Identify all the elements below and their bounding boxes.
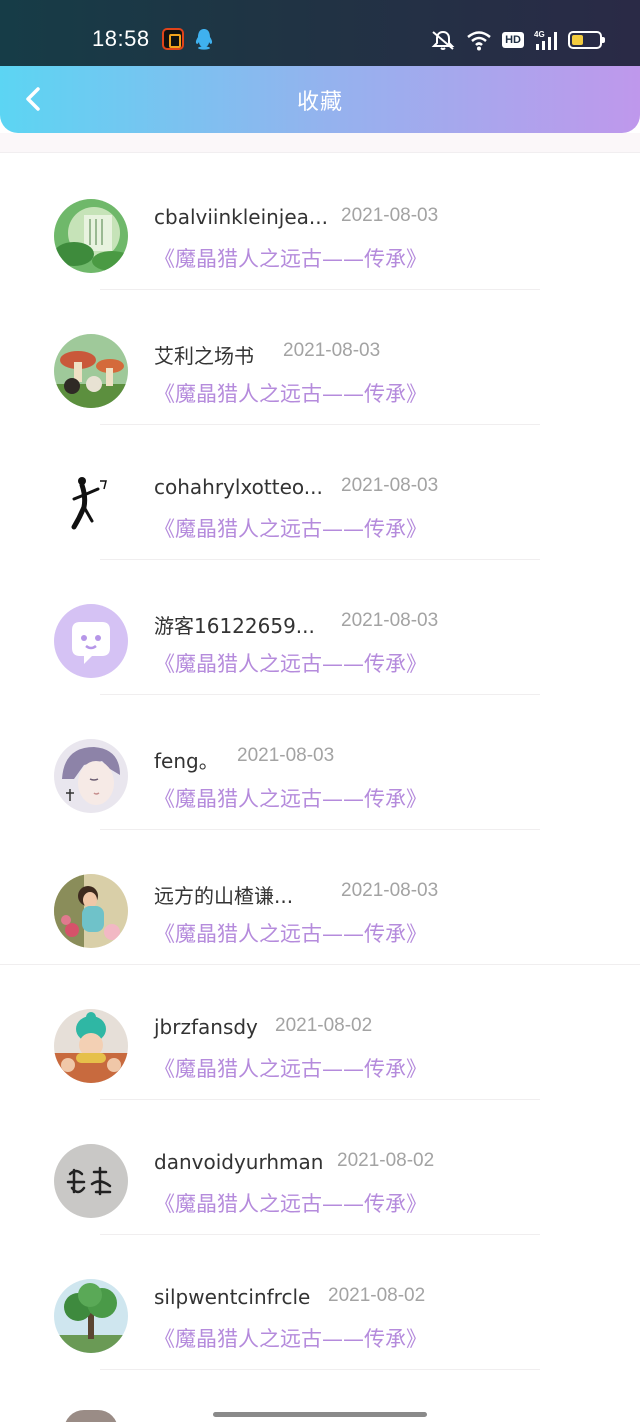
- qq-icon: [195, 29, 213, 50]
- svg-text:4G: 4G: [534, 30, 545, 39]
- book-title[interactable]: 《魔晶猎人之远古——传承》: [154, 918, 427, 948]
- user-name: 远方的山楂谦...: [154, 884, 294, 908]
- girl-flowers-avatar: [54, 874, 128, 948]
- book-title[interactable]: 《魔晶猎人之远古——传承》: [154, 243, 427, 273]
- book-title[interactable]: 《魔晶猎人之远古——传承》: [154, 648, 427, 678]
- post-date: 2021-08-03: [341, 475, 439, 496]
- list-item[interactable]: cbalviinkleinjea... 2021-08-03 《魔晶猎人之远古—…: [0, 155, 640, 290]
- list-item[interactable]: silpwentcinfrcle 2021-08-02 《魔晶猎人之远古——传承…: [0, 1235, 640, 1370]
- post-date: 2021-08-03: [341, 610, 439, 631]
- user-name: cbalviinkleinjea...: [154, 205, 328, 229]
- green-hat-girl-avatar: [54, 1009, 128, 1083]
- post-date: 2021-08-03: [341, 880, 439, 901]
- tree-avatar: [54, 1279, 128, 1353]
- stick-figure-avatar: [54, 469, 128, 543]
- post-date: 2021-08-02: [275, 1015, 373, 1036]
- avatar: [64, 1410, 118, 1422]
- status-bar: 18:58 HD 4G: [0, 0, 640, 66]
- book-title[interactable]: 《魔晶猎人之远古——传承》: [154, 783, 427, 813]
- book-title[interactable]: 《魔晶猎人之远古——传承》: [154, 378, 427, 408]
- book-title[interactable]: 《魔晶猎人之远古——传承》: [154, 1053, 427, 1083]
- post-date: 2021-08-02: [328, 1285, 426, 1306]
- favorites-list: cbalviinkleinjea... 2021-08-03 《魔晶猎人之远古—…: [0, 155, 640, 1370]
- user-name: 游客16122659...: [154, 614, 315, 638]
- post-date: 2021-08-02: [337, 1150, 435, 1171]
- mushroom-avatar: [54, 334, 128, 408]
- signal-4g-icon: 4G: [534, 30, 557, 50]
- user-name: cohahrylxotteo...: [154, 475, 323, 499]
- hd-icon: HD: [502, 32, 524, 48]
- header-separator: [0, 133, 640, 153]
- divider: [100, 1369, 540, 1370]
- user-name: danvoidyurhman: [154, 1150, 324, 1174]
- book-title[interactable]: 《魔晶猎人之远古——传承》: [154, 513, 427, 543]
- book-title[interactable]: 《魔晶猎人之远古——传承》: [154, 1323, 427, 1353]
- page-title: 收藏: [296, 90, 343, 115]
- default-chat-avatar: [54, 604, 128, 678]
- anime-boy-avatar: [54, 739, 128, 813]
- mute-icon: [431, 30, 455, 50]
- nav-bar: 收藏: [0, 66, 640, 133]
- user-name: silpwentcinfrcle: [154, 1285, 311, 1309]
- app-icon: [162, 28, 184, 50]
- battery-icon: [568, 31, 605, 49]
- user-name: jbrzfansdy: [154, 1015, 258, 1039]
- list-item[interactable]: 远方的山楂谦... 2021-08-03 《魔晶猎人之远古——传承》: [0, 830, 640, 965]
- list-item[interactable]: danvoidyurhman 2021-08-02 《魔晶猎人之远古——传承》: [0, 1100, 640, 1235]
- list-item[interactable]: cohahrylxotteo... 2021-08-03 《魔晶猎人之远古——传…: [0, 425, 640, 560]
- home-indicator[interactable]: [213, 1412, 427, 1417]
- list-item[interactable]: 游客16122659... 2021-08-03 《魔晶猎人之远古——传承》: [0, 560, 640, 695]
- wifi-icon: [467, 31, 491, 51]
- list-item[interactable]: feng。 2021-08-03 《魔晶猎人之远古——传承》: [0, 695, 640, 830]
- calligraphy-avatar: [54, 1144, 128, 1218]
- post-date: 2021-08-03: [341, 205, 439, 226]
- book-title[interactable]: 《魔晶猎人之远古——传承》: [154, 1188, 427, 1218]
- list-item[interactable]: jbrzfansdy 2021-08-02 《魔晶猎人之远古——传承》: [0, 965, 640, 1100]
- user-name: feng。: [154, 749, 219, 773]
- status-time: 18:58: [92, 26, 150, 51]
- user-name: 艾利之场书: [154, 344, 254, 368]
- post-date: 2021-08-03: [283, 340, 381, 361]
- green-landscape-avatar: [54, 199, 128, 273]
- post-date: 2021-08-03: [237, 745, 335, 766]
- list-item[interactable]: 艾利之场书 2021-08-03 《魔晶猎人之远古——传承》: [0, 290, 640, 425]
